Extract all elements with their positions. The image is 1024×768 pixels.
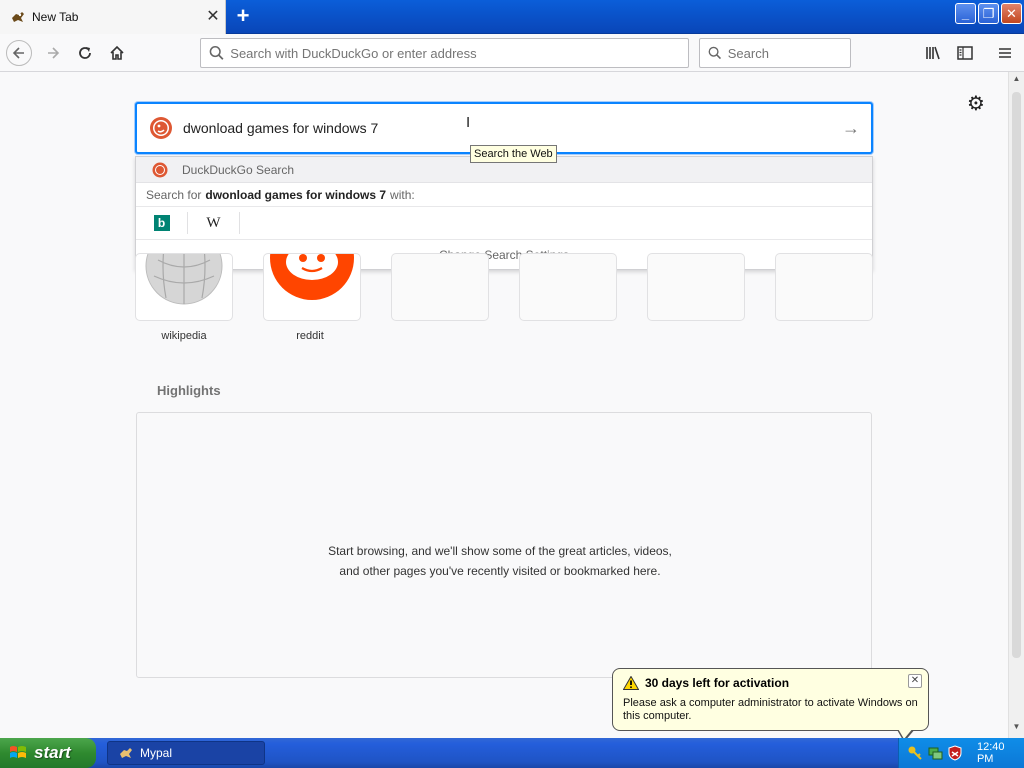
windows-flag-icon <box>10 746 26 758</box>
change-search-settings-button[interactable]: Change Search Settings <box>136 240 872 270</box>
gear-icon[interactable]: ⚙ <box>966 94 986 114</box>
nav-toolbar <box>0 34 1024 72</box>
start-button[interactable]: start <box>0 738 96 768</box>
window-close-button[interactable]: ✕ <box>1001 3 1022 24</box>
taskbar-item-label: Mypal <box>140 746 173 760</box>
top-site-empty <box>520 254 616 320</box>
search-bar[interactable] <box>699 38 851 68</box>
page-search-input[interactable] <box>183 120 831 136</box>
tooltip: Search the Web <box>470 145 557 163</box>
start-label: start <box>34 743 71 762</box>
top-site-empty <box>392 254 488 320</box>
vertical-scrollbar[interactable]: ▲ ▼ <box>1008 72 1024 738</box>
system-tray: 12:40 PM <box>898 738 1024 768</box>
home-icon <box>110 45 124 60</box>
top-site-label: wikipedia <box>161 330 207 342</box>
maximize-button[interactable]: ❐ <box>978 3 999 24</box>
home-button[interactable] <box>104 40 130 66</box>
menu-button[interactable] <box>992 40 1018 66</box>
search-for-row: Search for dwonload games for windows 7 … <box>136 183 872 207</box>
suggestion-engine-label: DuckDuckGo Search <box>182 162 295 177</box>
highlights-empty-message: Start browsing, and we'll show some of t… <box>328 544 672 578</box>
reload-icon <box>79 47 91 59</box>
one-off-engines: b W <box>136 207 872 240</box>
tab-title: New Tab <box>32 10 79 24</box>
search-for-prefix: Search for <box>146 187 202 202</box>
url-input[interactable] <box>230 45 688 61</box>
forward-icon <box>48 47 60 59</box>
back-button[interactable] <box>6 40 32 66</box>
text-cursor-icon: I <box>466 114 471 131</box>
wikipedia-icon: W <box>206 214 221 231</box>
tooltip-text: Search the Web <box>474 148 553 160</box>
tab-new-tab[interactable]: New Tab ✕ <box>0 0 226 34</box>
top-site-label: reddit <box>296 330 324 342</box>
top-site-reddit[interactable] <box>264 254 360 320</box>
taskbar-item-mypal[interactable]: Mypal <box>107 741 265 765</box>
key-icon[interactable] <box>907 745 923 761</box>
sidebar-icon <box>957 46 973 60</box>
engine-bing-button[interactable]: b <box>136 212 188 234</box>
arrow-right-icon[interactable]: → <box>831 118 871 139</box>
duck-favicon <box>120 748 132 758</box>
taskbar: start Mypal 12:40 PM <box>0 738 1024 768</box>
wikipedia-icon <box>145 254 223 305</box>
bing-icon: b <box>153 215 170 231</box>
network-icon[interactable] <box>927 745 943 761</box>
balloon-header: 30 days left for activation <box>623 675 918 691</box>
duckduckgo-icon <box>150 117 172 139</box>
duck-favicon <box>12 12 24 22</box>
library-button[interactable] <box>920 40 946 66</box>
search-input[interactable] <box>727 45 850 61</box>
search-icon <box>209 46 224 60</box>
title-bar: New Tab ✕ + _ ❐ ✕ <box>0 0 1024 34</box>
new-tab-page: ⚙ → I DuckDuckGo Search Search for dwonl… <box>0 72 1008 738</box>
reddit-icon <box>270 254 354 300</box>
scroll-up-button[interactable]: ▲ <box>1009 74 1024 88</box>
engine-wikipedia-button[interactable]: W <box>188 212 240 234</box>
close-icon[interactable]: ✕ <box>201 9 225 25</box>
forward-button[interactable] <box>40 40 66 66</box>
scroll-down-button[interactable]: ▼ <box>1009 722 1024 736</box>
back-icon <box>12 47 24 59</box>
plus-icon: + <box>236 3 250 28</box>
search-icon <box>708 46 722 60</box>
sidebar-button[interactable] <box>952 40 978 66</box>
reload-button[interactable] <box>72 40 98 66</box>
highlights-heading[interactable]: Highlights <box>157 383 221 398</box>
duckduckgo-icon <box>152 162 168 177</box>
top-site-empty <box>776 254 872 320</box>
security-shield-icon[interactable] <box>947 745 963 761</box>
balloon-body: Please ask a computer administrator to a… <box>623 697 918 722</box>
top-site-wikipedia[interactable] <box>136 254 232 320</box>
hamburger-icon <box>999 48 1011 58</box>
library-icon <box>926 46 940 60</box>
search-for-suffix: with: <box>390 187 415 202</box>
activation-balloon[interactable]: 30 days left for activation Please ask a… <box>612 668 929 731</box>
scroll-thumb[interactable] <box>1012 92 1021 658</box>
minimize-button[interactable]: _ <box>955 3 976 24</box>
close-icon[interactable]: ✕ <box>908 674 922 688</box>
search-suggestions-dropdown: DuckDuckGo Search Search for dwonload ga… <box>135 156 873 270</box>
warning-icon <box>623 676 639 690</box>
top-site-empty <box>648 254 744 320</box>
search-for-query: dwonload games for windows 7 <box>205 187 387 202</box>
url-bar[interactable] <box>200 38 689 68</box>
clock[interactable]: 12:40 PM <box>977 741 1024 765</box>
balloon-title: 30 days left for activation <box>645 676 790 690</box>
new-tab-button[interactable]: + <box>232 3 254 28</box>
